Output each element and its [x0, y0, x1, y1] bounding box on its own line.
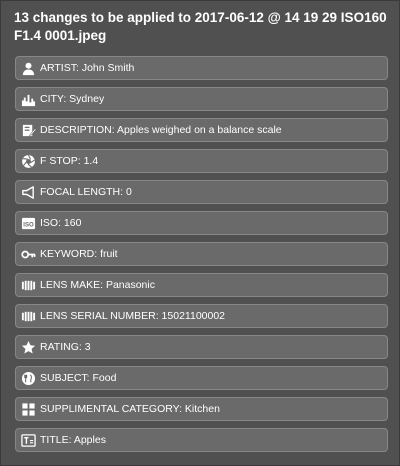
change-row-focal-length[interactable]: FOCAL LENGTH: 0 [15, 180, 388, 204]
change-label: RATING: 3 [40, 341, 91, 353]
change-label: CITY: Sydney [40, 93, 105, 105]
lens-icon [20, 308, 36, 324]
key-icon [20, 246, 36, 262]
grid-category-icon [20, 401, 36, 417]
change-row-artist[interactable]: ARTIST: John Smith [15, 56, 388, 80]
change-label: ISO: 160 [40, 217, 82, 229]
change-row-f-stop[interactable]: F STOP: 1.4 [15, 149, 388, 173]
change-label: DESCRIPTION: Apples weighed on a balance… [40, 124, 282, 136]
change-label: KEYWORD: fruit [40, 248, 118, 260]
change-row-lens-make[interactable]: LENS MAKE: Panasonic [15, 273, 388, 297]
change-label: LENS MAKE: Panasonic [40, 279, 155, 291]
star-icon [20, 339, 36, 355]
edit-document-icon [20, 122, 36, 138]
change-label: TITLE: Apples [40, 434, 106, 446]
change-label: LENS SERIAL NUMBER: 15021100002 [40, 310, 226, 322]
change-row-description[interactable]: DESCRIPTION: Apples weighed on a balance… [15, 118, 388, 142]
aperture-icon [20, 153, 36, 169]
title-icon [20, 432, 36, 448]
city-icon [20, 91, 36, 107]
change-row-keyword[interactable]: KEYWORD: fruit [15, 242, 388, 266]
svg-text:ISO: ISO [23, 221, 34, 228]
changes-dialog: 13 changes to be applied to 2017-06-12 @… [0, 0, 400, 466]
change-row-rating[interactable]: RATING: 3 [15, 335, 388, 359]
change-row-subject[interactable]: SUBJECT: Food [15, 366, 388, 390]
change-label: SUBJECT: Food [40, 372, 117, 384]
focal-length-icon [20, 184, 36, 200]
change-row-iso[interactable]: ISO ISO: 160 [15, 211, 388, 235]
change-label: F STOP: 1.4 [40, 155, 99, 167]
change-label: SUPPLIMENTAL CATEGORY: Kitchen [40, 403, 220, 415]
person-icon [20, 60, 36, 76]
change-row-title[interactable]: TITLE: Apples [15, 428, 388, 452]
subject-icon [20, 370, 36, 386]
change-label: FOCAL LENGTH: 0 [40, 186, 132, 198]
change-label: ARTIST: John Smith [40, 62, 135, 74]
changes-list: ARTIST: John Smith CITY: Sydney DESCRIPT… [15, 56, 388, 452]
change-row-lens-serial-number[interactable]: LENS SERIAL NUMBER: 15021100002 [15, 304, 388, 328]
dialog-title: 13 changes to be applied to 2017-06-12 @… [14, 10, 387, 43]
change-row-supplemental-category[interactable]: SUPPLIMENTAL CATEGORY: Kitchen [15, 397, 388, 421]
iso-icon: ISO [20, 215, 36, 231]
change-row-city[interactable]: CITY: Sydney [15, 87, 388, 111]
lens-icon [20, 277, 36, 293]
